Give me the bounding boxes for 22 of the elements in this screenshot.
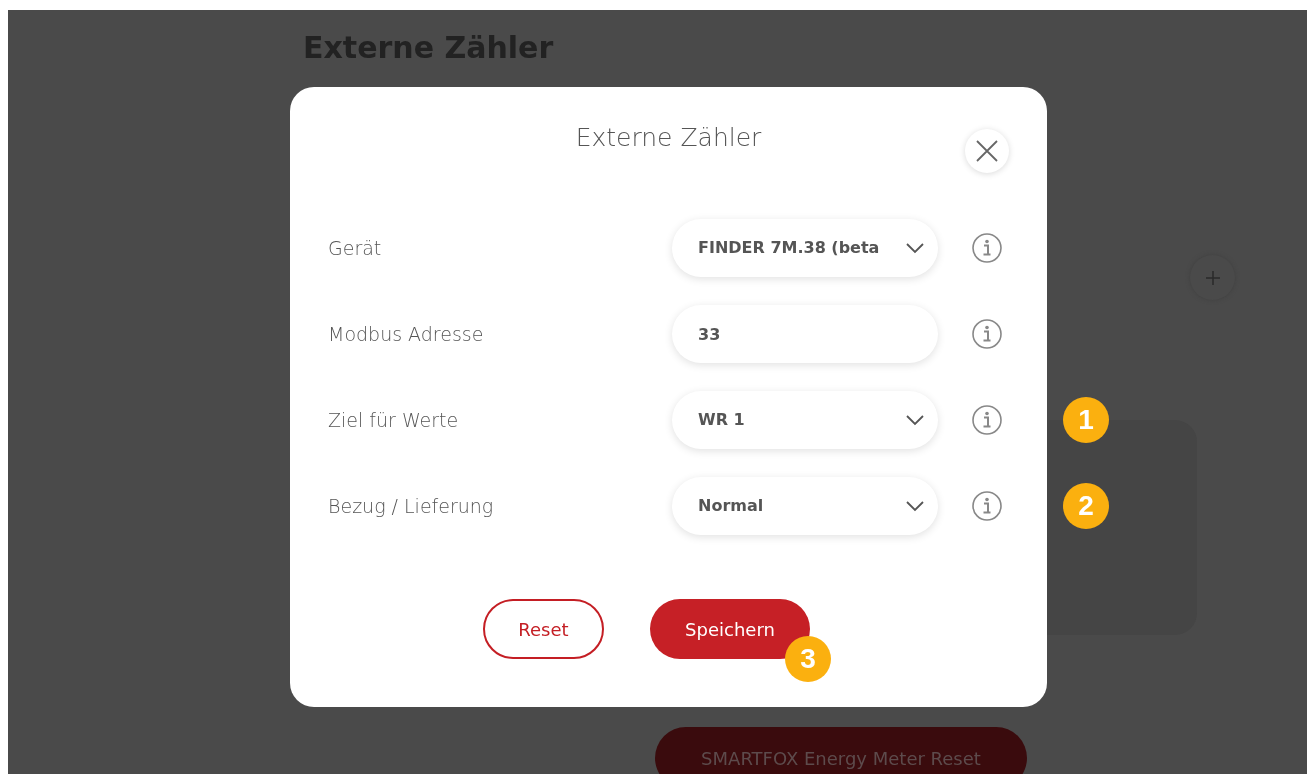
callout-badge: 1	[1063, 397, 1109, 443]
chevron-down-icon	[906, 414, 924, 426]
chevron-down-icon	[906, 242, 924, 254]
close-button[interactable]	[965, 129, 1009, 173]
reset-button[interactable]: Reset	[483, 599, 604, 659]
plus-icon	[1204, 269, 1221, 286]
chevron-down-icon	[906, 500, 924, 512]
dialog-title: Externe Zähler	[575, 123, 762, 154]
callout-badge: 3	[785, 636, 831, 682]
input-field[interactable]: 33	[672, 305, 938, 363]
field-label: Bezug / Lieferung	[328, 493, 495, 519]
info-icon[interactable]	[972, 233, 1002, 263]
field-label: Ziel für Werte	[328, 407, 460, 433]
field-label: Modbus Adresse	[328, 321, 485, 347]
info-icon[interactable]	[972, 319, 1002, 349]
info-icon[interactable]	[972, 405, 1002, 435]
select-field[interactable]: FINDER 7M.38 (beta	[672, 219, 938, 277]
field-label: Gerät	[328, 235, 383, 261]
info-icon[interactable]	[972, 491, 1002, 521]
select-field[interactable]: Normal	[672, 477, 938, 535]
close-icon	[975, 139, 999, 163]
select-field[interactable]: WR 1	[672, 391, 938, 449]
